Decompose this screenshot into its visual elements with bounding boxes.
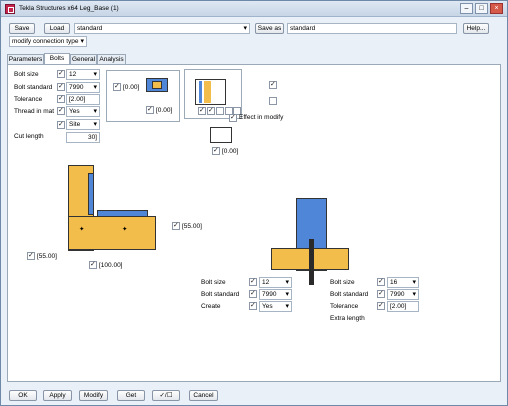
- load-button[interactable]: Load: [44, 23, 70, 34]
- lower-left-standard-check[interactable]: [249, 289, 257, 298]
- lower-left-create-label: Create: [201, 303, 221, 310]
- lower-left-size-label: Bolt size: [201, 279, 226, 286]
- site-check[interactable]: [57, 120, 65, 129]
- toggle-button[interactable]: ✓/☐: [152, 390, 180, 401]
- lower-left-size-check[interactable]: [249, 277, 257, 286]
- lower-left-size-select[interactable]: 12: [259, 277, 292, 288]
- lower-right-standard-check[interactable]: [377, 289, 385, 298]
- lower-left-create-check[interactable]: [249, 301, 257, 310]
- lower-left-standard-label: Bolt standard: [201, 291, 240, 298]
- dim-value-1: [55.00]: [182, 223, 202, 230]
- title-bar: Tekla Structures x64 Leg_Base (1) – □ ×: [1, 1, 507, 17]
- bolt-assembly-box: [184, 69, 242, 119]
- bolt-marker-left: ✦: [79, 226, 85, 233]
- thread-check[interactable]: [57, 106, 65, 115]
- lower-left-standard-select[interactable]: 7990: [259, 289, 292, 300]
- lower-right-tolerance-label: Tolerance: [330, 303, 359, 310]
- get-button[interactable]: Get: [117, 390, 145, 401]
- bolt-standard-check[interactable]: [57, 82, 65, 91]
- dialog-window: Tekla Structures x64 Leg_Base (1) – □ × …: [0, 0, 508, 406]
- assembly-check-d[interactable]: [207, 106, 215, 115]
- nut-check[interactable]: [212, 146, 220, 155]
- dim-check-2[interactable]: [27, 251, 35, 260]
- cancel-button[interactable]: Cancel: [189, 390, 218, 401]
- effect-in-modify-check[interactable]: [229, 113, 237, 122]
- lower-right-size-check[interactable]: [377, 277, 385, 286]
- lower-right-extra-label: Extra length: [330, 315, 365, 322]
- apply-button[interactable]: Apply: [43, 390, 72, 401]
- maximize-button[interactable]: □: [475, 3, 488, 14]
- dim-value-2: [55.00]: [37, 253, 57, 260]
- site-select[interactable]: Site: [66, 119, 100, 130]
- base-plate-left: [68, 216, 156, 250]
- bolt-size-label: Bolt size: [14, 71, 39, 78]
- plate-orange: [204, 81, 211, 103]
- nut-value: [0.00]: [222, 148, 239, 155]
- close-button[interactable]: ×: [490, 3, 503, 14]
- bolt-pattern-box: [0.00] [0.00]: [106, 70, 180, 122]
- lower-right-tolerance-check[interactable]: [377, 301, 385, 310]
- dim-check-3[interactable]: [89, 260, 97, 269]
- effect-in-modify-label: Effect in modify: [239, 114, 284, 121]
- tolerance-input[interactable]: [2.00]: [66, 94, 100, 105]
- assembly-check-c[interactable]: [198, 106, 206, 115]
- tolerance-check[interactable]: [57, 94, 65, 103]
- tekla-app-icon: [5, 4, 15, 14]
- nut-detail-image: [210, 127, 232, 143]
- anchor-bolt: [309, 239, 314, 285]
- tolerance-label: Tolerance: [14, 96, 43, 103]
- minimize-button[interactable]: –: [460, 3, 473, 14]
- pattern-value-a: [0.00]: [123, 84, 140, 91]
- lower-left-create-select[interactable]: Yes: [259, 301, 292, 312]
- lower-right-size-select[interactable]: 16: [387, 277, 419, 288]
- lower-right-standard-select[interactable]: 7990: [387, 289, 419, 300]
- save-button[interactable]: Save: [9, 23, 35, 34]
- bolts-panel: Bolt size 12 Bolt standard 7990 Toleranc…: [7, 64, 501, 382]
- pattern-value-b: [0.00]: [156, 107, 173, 114]
- bolt-marker-right: ✦: [122, 226, 128, 233]
- save-as-button[interactable]: Save as: [255, 23, 284, 34]
- load-preset-select[interactable]: standard: [74, 23, 250, 34]
- modify-button[interactable]: Modify: [79, 390, 108, 401]
- bolt-size-check[interactable]: [57, 69, 65, 78]
- dim-check-1[interactable]: [172, 221, 180, 230]
- thread-label: Thread in mat: [14, 108, 55, 115]
- lower-right-tolerance-input[interactable]: [2.00]: [387, 301, 419, 312]
- washer-blue: [199, 81, 202, 103]
- bolt-pattern-inner: [152, 81, 162, 89]
- option-check-top[interactable]: [269, 80, 277, 89]
- dim-value-3: [100.00]: [99, 262, 123, 269]
- modify-mode-select[interactable]: modify connection type: [9, 36, 87, 47]
- pattern-check-a[interactable]: [113, 82, 121, 91]
- help-button[interactable]: Help...: [463, 23, 489, 34]
- pattern-check-b[interactable]: [146, 105, 154, 114]
- lower-right-size-label: Bolt size: [330, 279, 355, 286]
- assembly-check-e[interactable]: [216, 107, 224, 115]
- option-check-mid[interactable]: [269, 97, 277, 105]
- save-as-input[interactable]: standard: [287, 23, 457, 34]
- bolt-standard-label: Bolt standard: [14, 84, 53, 91]
- ok-button[interactable]: OK: [9, 390, 37, 401]
- column-web-blue: [88, 173, 94, 215]
- cut-length-input[interactable]: 30]: [66, 132, 100, 143]
- lower-right-standard-label: Bolt standard: [330, 291, 369, 298]
- bolt-standard-select[interactable]: 7990: [66, 82, 100, 93]
- cut-length-label: Cut length: [14, 133, 44, 140]
- thread-select[interactable]: Yes: [66, 106, 100, 117]
- bolt-size-select[interactable]: 12: [66, 69, 100, 80]
- stiffener-blue: [97, 210, 148, 217]
- window-title: Tekla Structures x64 Leg_Base (1): [19, 5, 119, 12]
